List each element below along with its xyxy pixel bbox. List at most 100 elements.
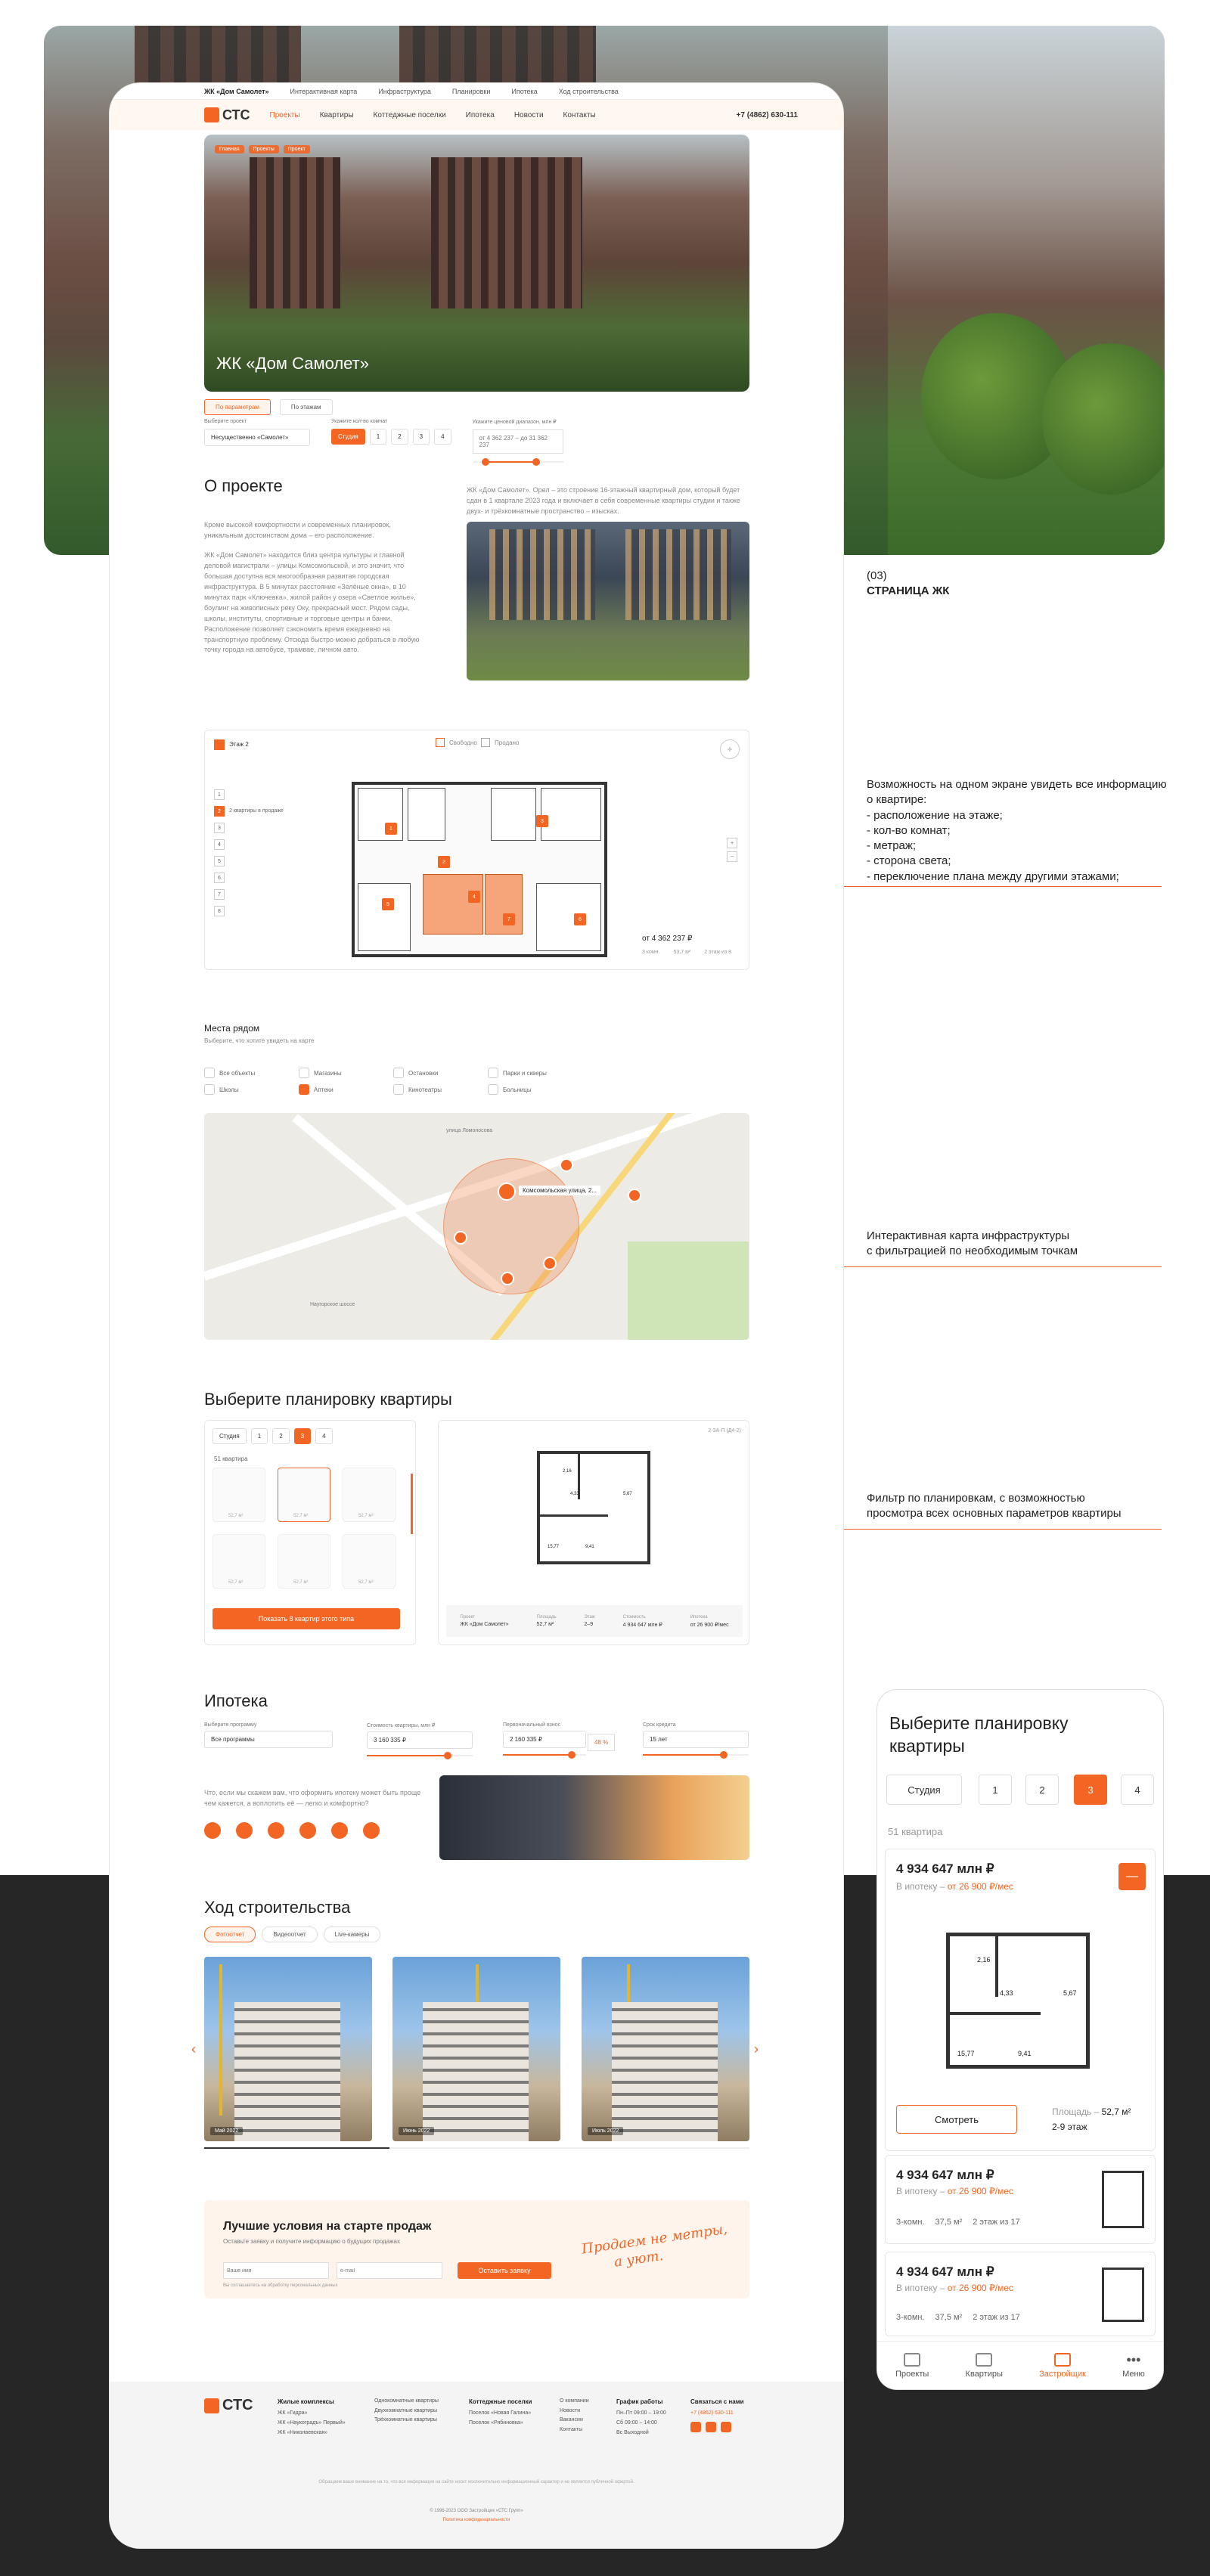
footer-phone[interactable]: +7 (4862) 630-111 (690, 2409, 744, 2419)
pharmacy-marker-icon[interactable] (628, 1189, 641, 1202)
pharmacy-marker-icon[interactable] (543, 1257, 557, 1270)
footer-link[interactable]: ЖК «Наукоградъ» Первый» (278, 2419, 346, 2429)
zoom-in-button[interactable]: + (727, 838, 737, 848)
construction-photo[interactable]: Июль 2022 (582, 1957, 749, 2141)
topbar-link[interactable]: Интерактивная карта (290, 88, 358, 95)
apartment-marker[interactable]: 5 (382, 898, 394, 910)
plan-room[interactable] (536, 883, 601, 951)
nav-item-news[interactable]: Новости (514, 111, 544, 119)
mobile-room-3[interactable]: 3 (1074, 1775, 1107, 1805)
room-button-4[interactable]: 4 (315, 1428, 333, 1444)
room-button-4[interactable]: 4 (434, 429, 451, 445)
bank-icon[interactable] (236, 1822, 253, 1839)
pharmacy-marker-icon[interactable] (454, 1231, 467, 1245)
chevron-right-icon[interactable]: › (754, 2041, 759, 2057)
footer-link[interactable]: Двухкомнатные квартиры (374, 2407, 439, 2416)
topbar-link[interactable]: Инфраструктура (378, 88, 431, 95)
floor-button-3[interactable]: 3 (214, 823, 225, 833)
construction-photo[interactable]: Июнь 2022 (392, 1957, 560, 2141)
apartment-marker[interactable]: 1 (385, 823, 397, 835)
plan-room-highlighted[interactable] (485, 874, 523, 935)
footer-logo[interactable]: СТС (204, 2397, 253, 2414)
chevron-left-icon[interactable]: ‹ (191, 2041, 196, 2057)
price-range-input[interactable]: от 4 362 237 – до 31 362 237 (472, 429, 563, 454)
category-parks[interactable]: Парки и скверы (488, 1068, 547, 1078)
room-button-studio[interactable]: Студия (331, 429, 365, 445)
category-pharmacies[interactable]: Аптеки (299, 1084, 334, 1095)
price-input[interactable]: 3 160 335 ₽ (367, 1731, 473, 1749)
bank-icon[interactable] (299, 1822, 316, 1839)
room-button-1[interactable]: 1 (369, 429, 387, 445)
apartment-marker[interactable]: 6 (574, 913, 586, 925)
room-button-2[interactable]: 2 (272, 1428, 290, 1444)
telegram-icon[interactable] (706, 2421, 716, 2432)
view-button[interactable]: Смотреть (896, 2105, 1017, 2134)
apartment-marker[interactable]: 3 (536, 815, 548, 827)
vk-icon[interactable] (690, 2421, 701, 2432)
footer-link[interactable]: Трёхкомнатные квартиры (374, 2416, 439, 2426)
scrollbar[interactable] (411, 1474, 413, 1534)
room-button-studio[interactable]: Студия (213, 1428, 247, 1444)
category-shops[interactable]: Магазины (299, 1068, 342, 1078)
down-payment-slider[interactable] (503, 1751, 586, 1759)
layout-thumbnail[interactable]: 52,7 м² (278, 1534, 330, 1589)
nav-item-projects[interactable]: Проекты (270, 111, 300, 119)
floor-button-1[interactable]: 1 (214, 789, 225, 800)
layout-thumbnail[interactable]: 52,7 м² (343, 1468, 396, 1522)
footer-link[interactable]: ЖК «Гидра» (278, 2409, 346, 2419)
footer-link[interactable]: Вакансии (560, 2416, 589, 2426)
mobile-nav-projects[interactable]: Проекты (895, 2352, 929, 2379)
category-all[interactable]: Все объекты (204, 1068, 255, 1078)
layout-thumbnail[interactable]: 52,7 м² (213, 1468, 265, 1522)
topbar-link[interactable]: Ипотека (511, 88, 537, 95)
pharmacy-marker-icon[interactable] (501, 1272, 514, 1285)
pharmacy-marker-icon[interactable] (560, 1158, 573, 1172)
mobile-apartment-card[interactable]: 4 934 647 млн ₽ В ипотеку – от 26 900 ₽/… (885, 1849, 1156, 2151)
down-payment-input[interactable]: 2 160 335 ₽ (503, 1731, 586, 1748)
logo[interactable]: СТС (204, 107, 250, 123)
footer-link[interactable]: Поселок «Рябиновка» (469, 2419, 532, 2429)
floor-button-7[interactable]: 7 (214, 889, 225, 900)
mobile-room-4[interactable]: 4 (1121, 1775, 1154, 1805)
project-select[interactable]: Несущественно «Самолет» (204, 429, 310, 446)
mobile-apartment-card[interactable]: 4 934 647 млн ₽ В ипотеку – от 26 900 ₽/… (885, 2252, 1156, 2336)
footer-link[interactable]: О компании (560, 2397, 589, 2407)
nav-item-cottages[interactable]: Коттеджные поселки (374, 111, 446, 119)
tab-video-report[interactable]: Видеоотчет (262, 1927, 318, 1942)
apartment-marker[interactable]: 7 (503, 913, 515, 925)
youtube-icon[interactable] (721, 2421, 731, 2432)
apartment-marker[interactable]: 2 (438, 856, 450, 868)
infrastructure-map[interactable]: Комсомольская улица, 2... Наугорское шос… (204, 1113, 749, 1340)
layout-thumbnail-selected[interactable]: 52,7 м² (278, 1468, 330, 1522)
zoom-out-button[interactable]: − (727, 851, 737, 862)
bank-icon[interactable] (331, 1822, 348, 1839)
price-slider[interactable] (472, 458, 563, 466)
plan-room-highlighted[interactable] (423, 874, 483, 935)
show-apartments-button[interactable]: Показать 8 квартир этого типа (213, 1608, 400, 1629)
phone-link[interactable]: +7 (4862) 630-111 (737, 111, 798, 119)
room-button-1[interactable]: 1 (250, 1428, 268, 1444)
plan-room[interactable] (491, 788, 536, 841)
mobile-room-1[interactable]: 1 (979, 1775, 1012, 1805)
term-input[interactable]: 15 лет (643, 1731, 749, 1748)
layout-thumbnail[interactable]: 52,7 м² (213, 1534, 265, 1589)
mobile-room-studio[interactable]: Студия (886, 1775, 962, 1805)
email-input[interactable] (337, 2262, 442, 2279)
footer-link[interactable]: ЖК «Николаевская» (278, 2429, 346, 2438)
floor-button-5[interactable]: 5 (214, 856, 225, 866)
floor-button-4[interactable]: 4 (214, 839, 225, 850)
floor-button-2[interactable]: 2 (214, 806, 225, 817)
footer-link[interactable]: Однокомнатные квартиры (374, 2397, 439, 2407)
layout-thumbnail[interactable]: 52,7 м² (343, 1534, 396, 1589)
tab-by-floors[interactable]: По этажам (279, 399, 333, 415)
apartment-marker[interactable]: 4 (468, 891, 480, 903)
category-schools[interactable]: Школы (204, 1084, 239, 1095)
program-select[interactable]: Все программы (204, 1731, 333, 1748)
price-slider[interactable] (367, 1752, 473, 1759)
floor-button-6[interactable]: 6 (214, 873, 225, 883)
category-cinemas[interactable]: Кинотеатры (393, 1084, 442, 1095)
privacy-link[interactable]: Политика конфиденциальности (110, 2518, 843, 2522)
plan-room[interactable] (541, 788, 601, 841)
category-stops[interactable]: Остановки (393, 1068, 438, 1078)
tab-by-params[interactable]: По параметрам (204, 399, 271, 415)
